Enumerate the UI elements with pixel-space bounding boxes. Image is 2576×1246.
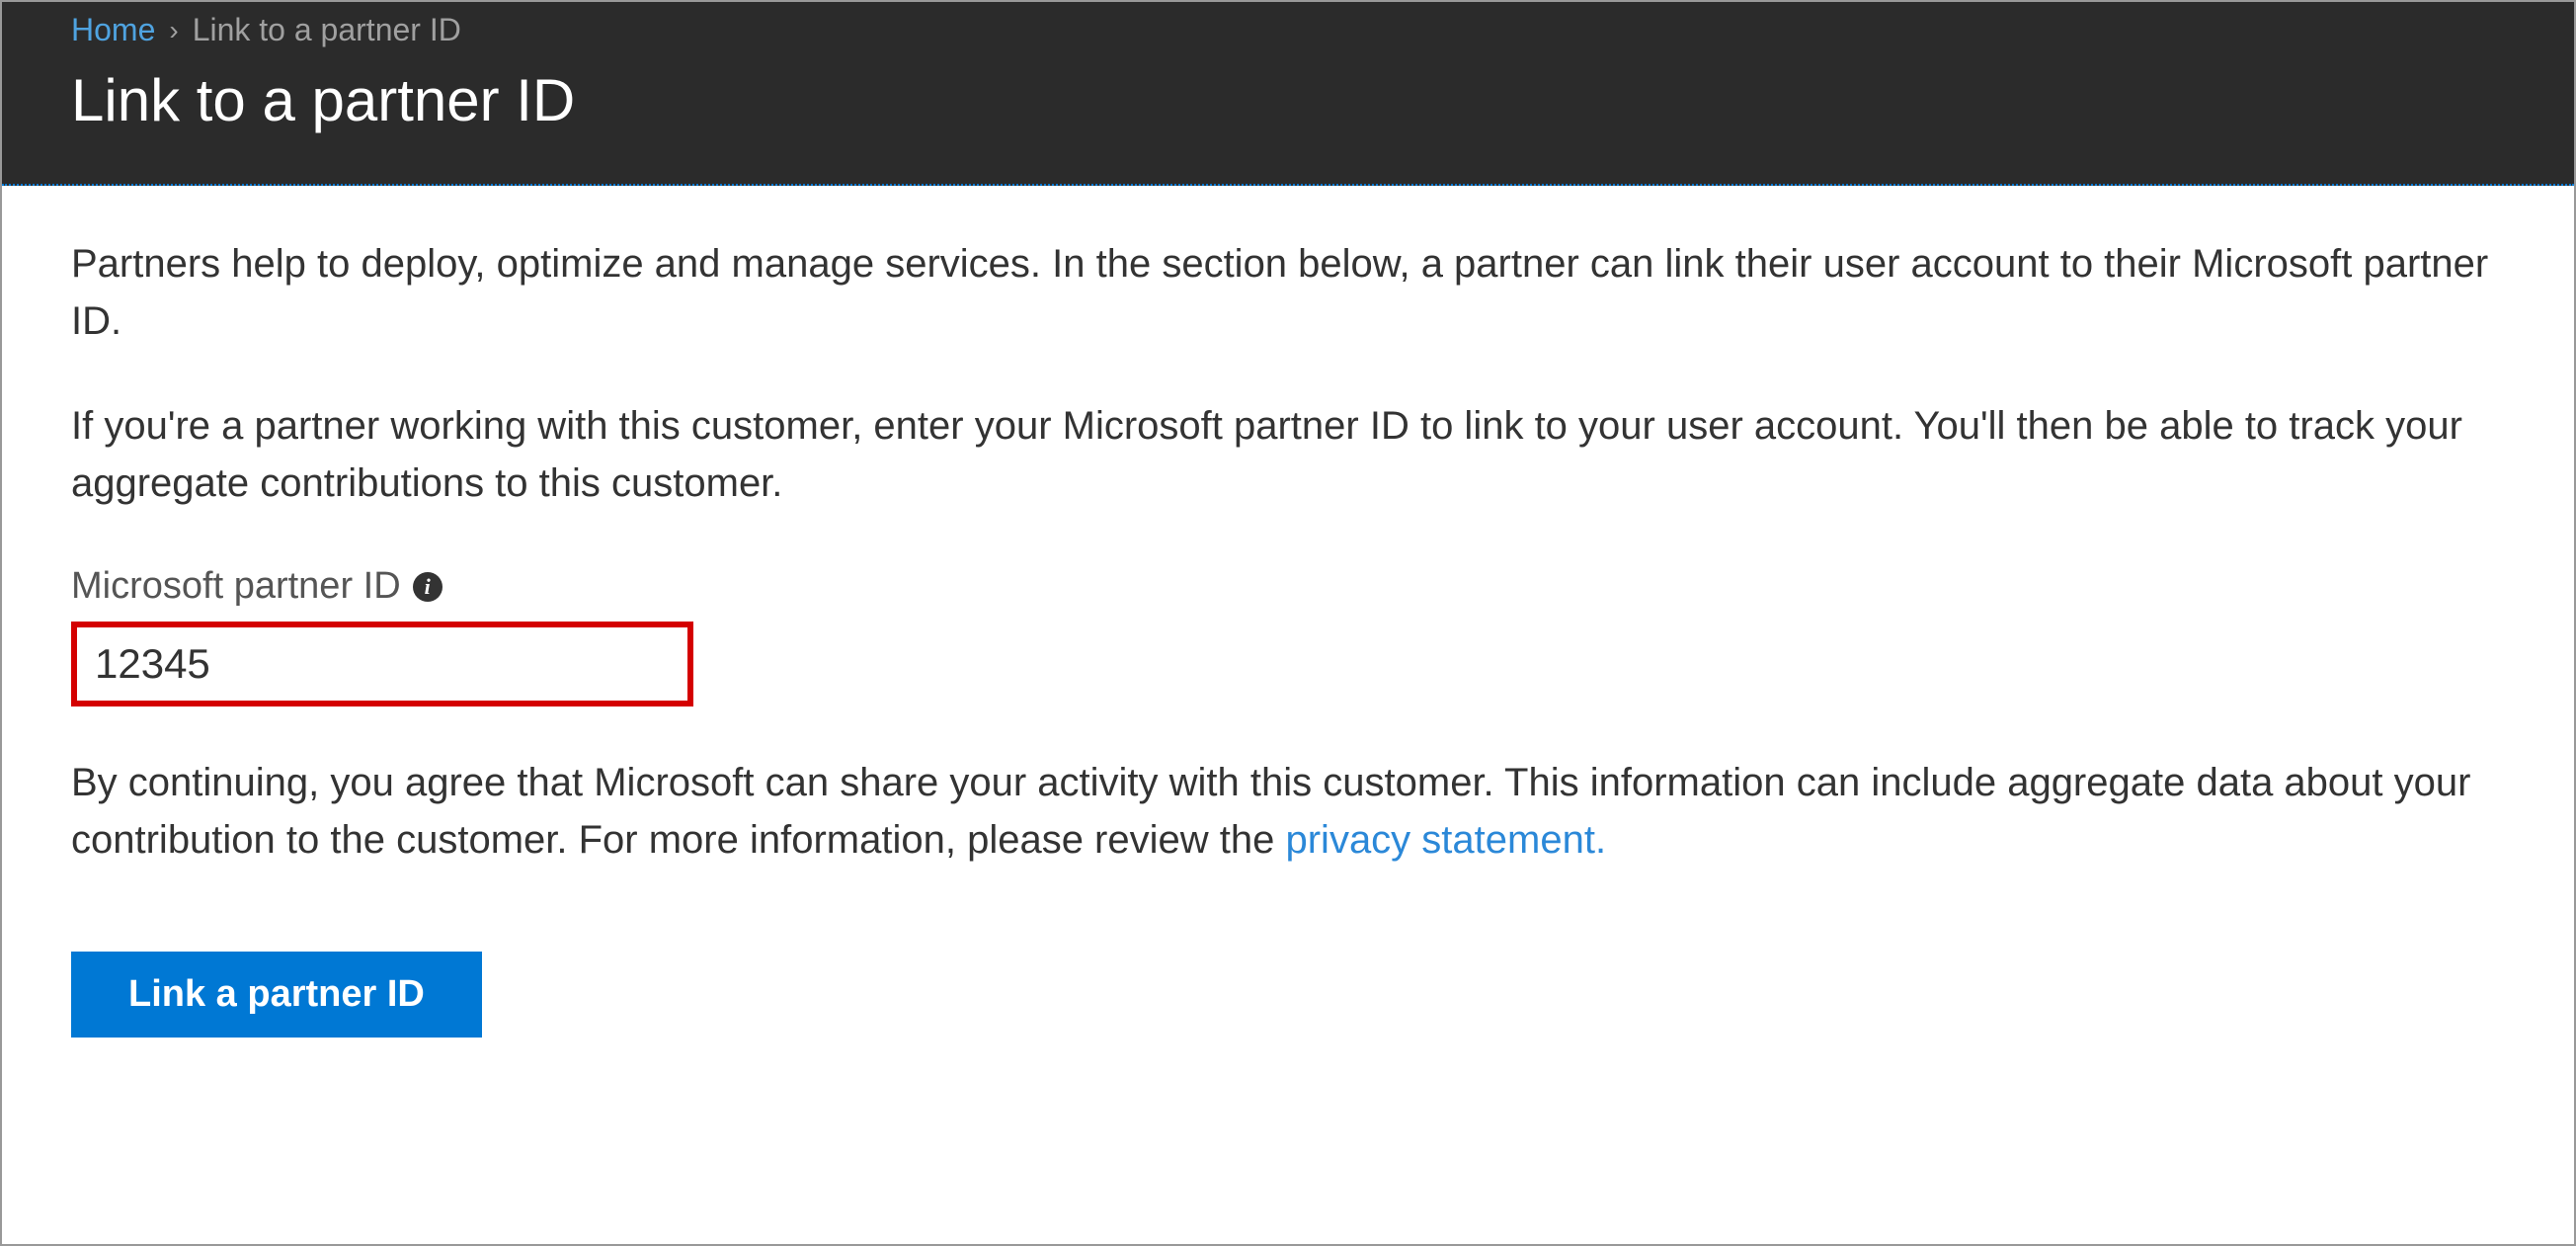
field-label-row: Microsoft partner ID i <box>71 559 2505 614</box>
intro-paragraph: Partners help to deploy, optimize and ma… <box>71 235 2505 350</box>
partner-id-label: Microsoft partner ID <box>71 559 401 614</box>
disclaimer-text: By continuing, you agree that Microsoft … <box>71 761 2470 862</box>
privacy-statement-link[interactable]: privacy statement. <box>1285 818 1606 862</box>
main-content: Partners help to deploy, optimize and ma… <box>2 186 2574 1087</box>
page-title: Link to a partner ID <box>2 54 2574 184</box>
disclaimer-paragraph: By continuing, you agree that Microsoft … <box>71 754 2505 869</box>
breadcrumb: Home › Link to a partner ID <box>2 2 2574 54</box>
breadcrumb-home-link[interactable]: Home <box>71 12 155 48</box>
link-partner-id-button[interactable]: Link a partner ID <box>71 952 482 1038</box>
breadcrumb-current: Link to a partner ID <box>193 12 461 48</box>
chevron-right-icon: › <box>169 15 178 46</box>
partner-id-field-section: Microsoft partner ID i <box>71 559 2505 706</box>
info-icon[interactable]: i <box>413 572 443 602</box>
partner-id-input[interactable] <box>71 622 693 706</box>
instruction-paragraph: If you're a partner working with this cu… <box>71 397 2505 512</box>
header-bar: Home › Link to a partner ID Link to a pa… <box>2 2 2574 186</box>
